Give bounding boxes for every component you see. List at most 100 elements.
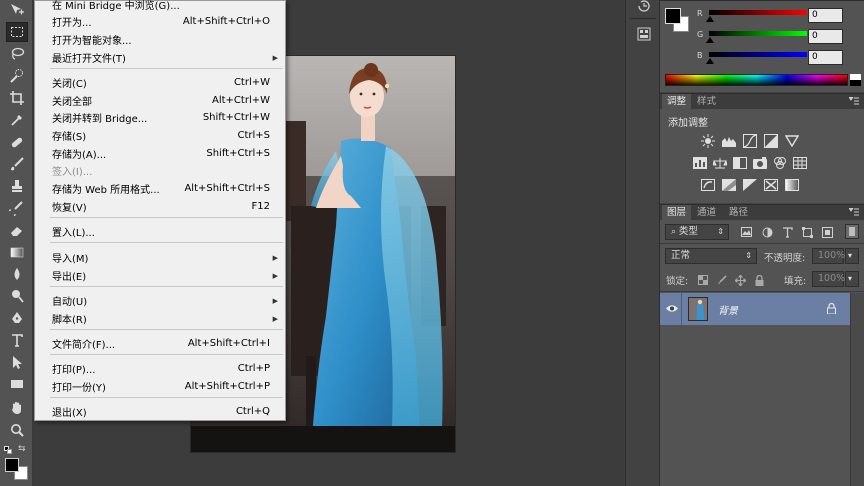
hue-saturation-icon[interactable] [692,156,707,170]
hand-tool-icon[interactable] [6,398,28,418]
rectangle-tool-icon[interactable] [6,374,28,394]
menu-item-close-go-bridge[interactable]: 关闭并转到 Bridge... Shift+Ctrl+W [35,109,285,126]
brush-tool-icon[interactable] [6,154,28,174]
eraser-tool-icon[interactable] [6,220,28,240]
clone-stamp-tool-icon[interactable] [6,176,28,196]
filter-toggle-switch[interactable] [845,224,859,239]
lock-all-icon[interactable] [753,274,765,286]
lock-transparent-pixels-icon[interactable] [697,274,709,286]
b-value-input[interactable]: 0 [808,50,843,65]
crop-tool-icon[interactable] [6,88,28,108]
exposure-icon[interactable] [763,134,778,148]
tab-adjustments[interactable]: 调整 [662,94,692,109]
menu-item-close[interactable]: 关闭(C) Ctrl+W [35,74,285,91]
marquee-tool-icon[interactable] [6,22,28,42]
blend-mode-select[interactable]: 正常 ⇕ [665,248,757,264]
tab-layers[interactable]: 图层 [662,205,692,220]
lock-position-icon[interactable] [734,274,746,286]
healing-brush-tool-icon[interactable] [6,132,28,152]
tab-styles[interactable]: 样式 [692,94,721,109]
menu-item-open-as[interactable]: 打开为... Alt+Shift+Ctrl+O [35,13,285,30]
blur-tool-icon[interactable] [6,264,28,284]
b-slider[interactable] [697,52,807,66]
color-spectrum-ramp[interactable] [665,74,848,86]
zoom-tool-icon[interactable] [6,420,28,440]
invert-icon[interactable] [700,178,715,192]
foreground-color-swatch[interactable] [5,458,19,472]
dodge-tool-icon[interactable] [6,286,28,306]
r-slider[interactable] [697,10,807,24]
tab-paths[interactable]: 路径 [724,205,753,220]
channel-mixer-icon[interactable] [772,156,787,170]
history-brush-tool-icon[interactable] [6,198,28,218]
filter-pixel-icon[interactable] [740,226,752,238]
r-value-input[interactable]: 0 [808,8,843,23]
tab-channels[interactable]: 通道 [692,205,721,220]
menu-item-recent-files[interactable]: 最近打开文件(T) ▶ [35,49,285,66]
white-black-swatch[interactable] [850,74,861,86]
layers-scrollbar[interactable] [850,293,864,486]
menu-item-file-info[interactable]: 文件简介(F)... Alt+Shift+Ctrl+I [35,335,285,352]
threshold-icon[interactable] [742,178,757,192]
layer-filter-kind-select[interactable]: ⌕ 类型 ⇕ [665,224,729,240]
levels-icon[interactable] [721,134,736,148]
fill-input[interactable]: 100% [812,271,845,287]
filter-adjustment-icon[interactable] [761,226,773,238]
menu-item-save-for-web[interactable]: 存储为 Web 所用格式... Alt+Shift+Ctrl+S [35,180,285,197]
filter-smart-object-icon[interactable] [821,226,833,238]
history-panel-icon[interactable] [635,0,653,14]
color-balance-icon[interactable] [712,156,727,170]
menu-item-label: 自动(U) [52,297,88,308]
filter-shape-icon[interactable] [801,226,813,238]
menu-item-print-one-copy[interactable]: 打印一份(Y) Alt+Shift+Ctrl+P [35,378,285,395]
opacity-input[interactable]: 100% [812,248,845,264]
layer-row-background[interactable]: 背景 [660,293,850,325]
color-lookup-icon[interactable] [792,156,807,170]
menu-item-automate[interactable]: 自动(U) ▶ [35,292,285,309]
menu-item-import[interactable]: 导入(M) ▶ [35,249,285,266]
g-slider[interactable] [697,31,807,45]
properties-panel-icon[interactable] [635,26,653,42]
selective-color-icon[interactable] [763,178,778,192]
menu-item-place[interactable]: 置入(L)... [35,223,285,240]
quick-selection-tool-icon[interactable] [6,66,28,86]
opacity-dropdown-arrow[interactable]: ▾ [845,248,859,264]
filter-search-icon: ⌕ [671,227,679,237]
menu-item-scripts[interactable]: 脚本(R) ▶ [35,310,285,327]
g-value-input[interactable]: 0 [808,29,843,44]
posterize-icon[interactable] [721,178,736,192]
menu-item-print[interactable]: 打印(P)... Ctrl+P [35,360,285,377]
type-tool-icon[interactable] [6,330,28,350]
pen-tool-icon[interactable] [6,308,28,328]
menu-item-label: 退出(X) [52,408,87,419]
gradient-map-icon[interactable] [784,178,799,192]
menu-item-exit[interactable]: 退出(X) Ctrl+Q [35,403,285,420]
gradient-tool-icon[interactable] [6,242,28,262]
panel-menu-icon[interactable] [849,208,859,216]
move-tool-icon[interactable] [6,0,28,20]
eye-visibility-icon[interactable] [666,304,678,313]
path-selection-tool-icon[interactable] [6,352,28,372]
panel-menu-icon[interactable] [849,97,859,105]
lasso-tool-icon[interactable] [6,44,28,64]
menu-item-save[interactable]: 存储(S) Ctrl+S [35,127,285,144]
brightness-contrast-icon[interactable] [700,134,715,148]
menu-item-open-smart-object[interactable]: 打开为智能对象... [35,31,285,48]
default-colors-icon[interactable] [4,446,12,454]
eyedropper-tool-icon[interactable] [6,110,28,130]
vibrance-icon[interactable] [784,134,799,148]
filter-type-icon[interactable] [781,226,793,238]
black-white-icon[interactable] [732,156,747,170]
photo-filter-icon[interactable] [752,156,767,170]
menu-separator [50,397,283,398]
menu-item-save-as[interactable]: 存储为(A)... Shift+Ctrl+S [35,145,285,162]
menu-item-close-all[interactable]: 关闭全部 Alt+Ctrl+W [35,92,285,109]
curves-icon[interactable] [742,134,757,148]
swap-colors-icon[interactable]: ⇆ [18,444,26,454]
fill-dropdown-arrow[interactable]: ▾ [845,271,859,287]
color-panel-foreground-swatch[interactable] [665,8,681,24]
menu-item-export[interactable]: 导出(E) ▶ [35,267,285,284]
lock-image-pixels-icon[interactable] [716,274,728,286]
menu-item-browse-mini-bridge[interactable]: 在 Mini Bridge 中浏览(G)... [35,0,285,13]
menu-item-revert[interactable]: 恢复(V) F12 [35,198,285,215]
